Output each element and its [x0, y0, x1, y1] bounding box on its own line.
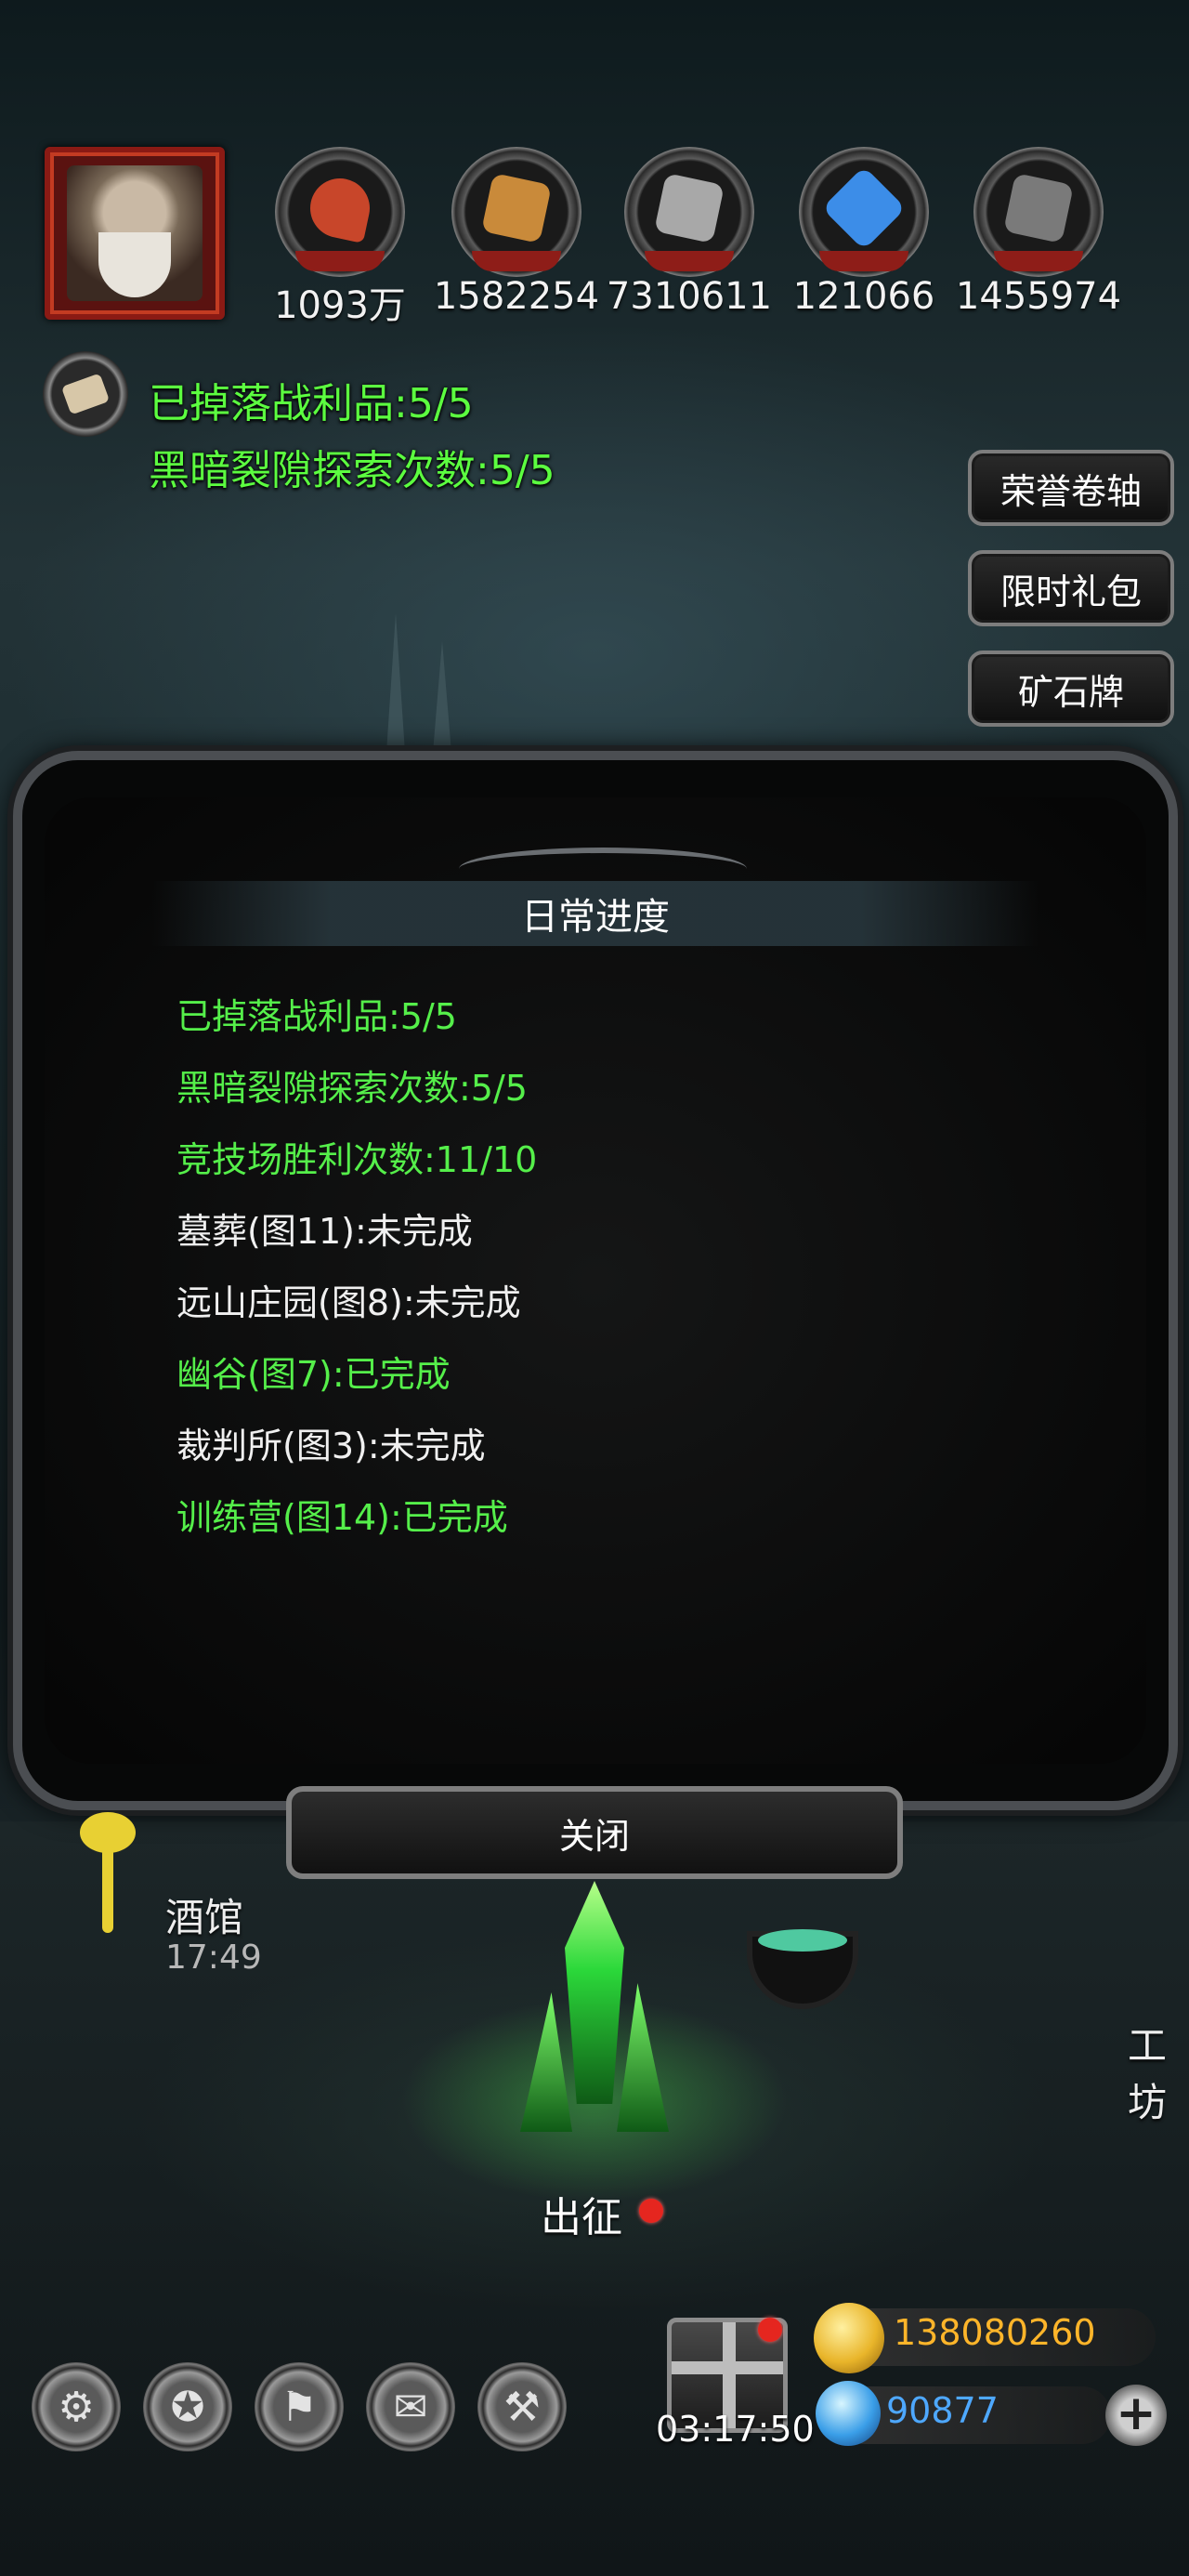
player-avatar[interactable]: [45, 147, 225, 320]
resource-crystal-value: 121066: [792, 275, 935, 318]
progress-item: 墓葬(图11):未完成: [176, 1211, 473, 1252]
expedition-crystal[interactable]: [520, 1881, 669, 2160]
mail-button[interactable]: ✉: [366, 2362, 455, 2451]
quest-tracker-line[interactable]: 已掉落战利品:5/5: [149, 370, 474, 429]
achievement-button[interactable]: ✪: [143, 2362, 232, 2451]
expedition-notify-dot: [639, 2199, 663, 2223]
castle-spire: [386, 613, 405, 753]
crystal-icon: [821, 165, 907, 251]
progress-item: 远山庄园(图8):未完成: [176, 1282, 521, 1323]
tavern-label[interactable]: 酒馆: [165, 1886, 243, 1943]
achievement-icon: ✪: [170, 2383, 205, 2431]
resource-ring: [624, 147, 754, 277]
resource-ring: [275, 147, 405, 277]
progress-item: 竞技场胜利次数:11/10: [176, 1139, 538, 1180]
gift-timer: 03:17:50: [656, 2409, 815, 2450]
ore-card-button[interactable]: 矿石牌: [968, 651, 1174, 727]
tavern-timer: 17:49: [165, 1939, 262, 1977]
hero-icon: ⚒: [503, 2383, 541, 2431]
resource-meat[interactable]: 1093万: [274, 147, 406, 327]
resource-ring: [451, 147, 581, 277]
resource-iron[interactable]: 7310611: [607, 147, 772, 323]
crystal-shard: [520, 1992, 572, 2132]
crystal-shard: [565, 1881, 624, 2104]
crystal-shard: [617, 1983, 669, 2132]
progress-item: 幽谷(图7):已完成: [176, 1354, 451, 1395]
workshop-label[interactable]: 工坊: [1128, 2015, 1189, 2128]
dialog-title-bar: 日常进度: [152, 881, 1039, 946]
settings-icon: ⚙: [58, 2383, 95, 2431]
progress-list[interactable]: 已掉落战利品:5/5 黑暗裂隙探索次数:5/5 竞技场胜利次数:11/10 墓葬(图1…: [176, 981, 1013, 1546]
resource-wood-value: 1582254: [433, 275, 600, 318]
guild-button[interactable]: ⚑: [255, 2362, 344, 2451]
progress-item: 裁判所(图3):未完成: [176, 1426, 486, 1466]
settings-button[interactable]: ⚙: [32, 2362, 121, 2451]
close-button[interactable]: 关闭: [286, 1786, 903, 1879]
castle-spire: [433, 641, 451, 753]
iron-icon: [654, 173, 725, 243]
gold-coin-icon: [814, 2303, 884, 2373]
meat-icon: [305, 173, 375, 243]
mail-icon: ✉: [393, 2383, 428, 2431]
dialog-title: 日常进度: [521, 896, 670, 939]
wood-icon: [481, 173, 552, 243]
progress-item: 训练营(图14):已完成: [176, 1497, 508, 1538]
steel-icon: [1003, 173, 1074, 243]
gold-value: 138080260: [894, 2312, 1096, 2353]
resource-steel-value: 1455974: [955, 275, 1122, 318]
gem-icon: [816, 2381, 881, 2446]
limited-pack-button[interactable]: 限时礼包: [968, 550, 1174, 626]
hero-button[interactable]: ⚒: [477, 2362, 567, 2451]
progress-item: 黑暗裂隙探索次数:5/5: [176, 1068, 528, 1109]
resource-iron-value: 7310611: [606, 275, 773, 318]
resource-crystal[interactable]: 121066: [793, 147, 934, 323]
honor-scroll-button[interactable]: 荣誉卷轴: [968, 450, 1174, 526]
resource-steel[interactable]: 1455974: [956, 147, 1121, 323]
gift-notify-dot: [758, 2318, 782, 2342]
tavern-icon[interactable]: [61, 1812, 150, 1942]
resource-ring: [973, 147, 1104, 277]
progress-item: 已掉落战利品:5/5: [176, 996, 457, 1037]
daily-progress-dialog: 日常进度 已掉落战利品:5/5 黑暗裂隙探索次数:5/5 竞技场胜利次数:11/10…: [13, 751, 1178, 1810]
gem-value: 90877: [886, 2390, 999, 2431]
resource-meat-value: 1093万: [274, 284, 406, 327]
add-gems-button[interactable]: +: [1105, 2385, 1167, 2446]
resource-ring: [799, 147, 929, 277]
expedition-label[interactable]: 出征: [541, 2184, 622, 2243]
quest-tracker-line[interactable]: 黑暗裂隙探索次数:5/5: [149, 437, 555, 496]
scroll-icon[interactable]: [43, 351, 128, 437]
resource-wood[interactable]: 1582254: [434, 147, 599, 323]
guild-icon: ⚑: [281, 2383, 318, 2431]
